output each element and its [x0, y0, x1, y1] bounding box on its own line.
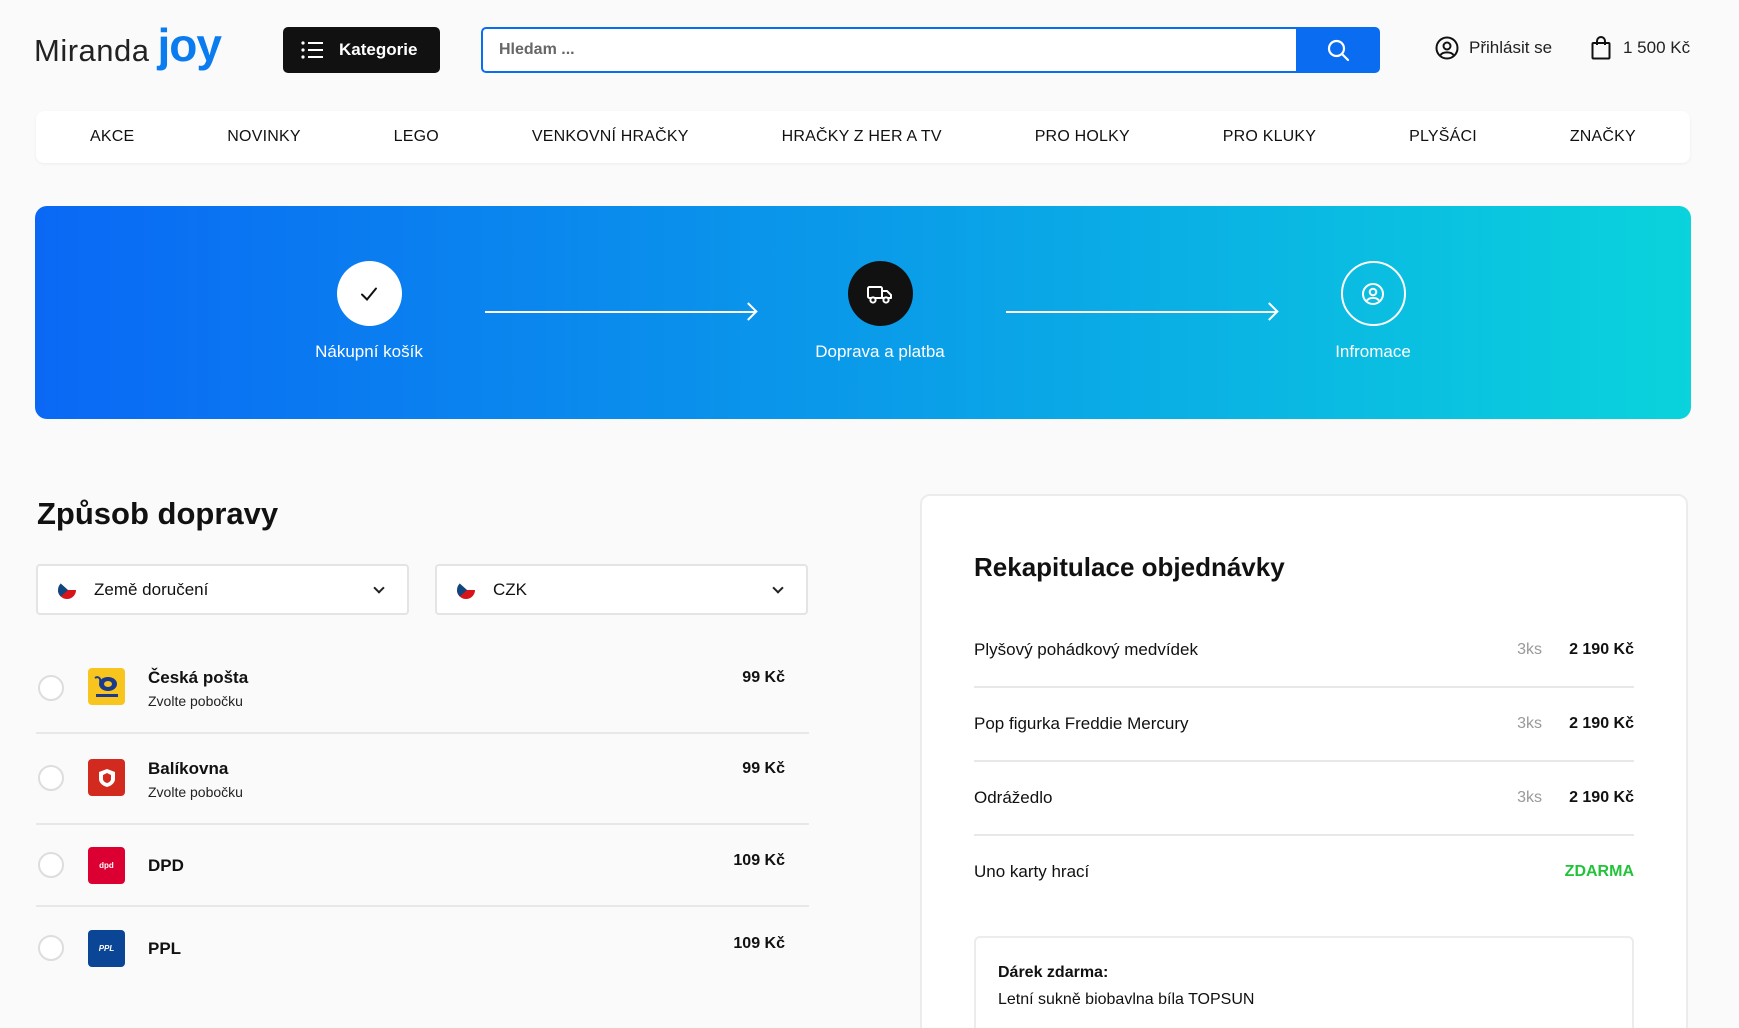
nav-item-lego[interactable]: LEGO: [394, 128, 439, 146]
search-icon: [1327, 39, 1350, 62]
summary-row: Odrážedlo 3ks 2 190 Kč: [974, 764, 1634, 836]
summary-item-qty: 3ks: [1517, 789, 1542, 806]
gift-title: Dárek zdarma:: [998, 964, 1109, 981]
dpd-logo-icon: dpd: [88, 847, 125, 884]
step-shipping-circle: [847, 261, 913, 326]
carrier-subtitle: Zvolte pobočku: [148, 693, 243, 709]
main-nav: AKCE NOVINKY LEGO VENKOVNÍ HRAČKY HRAČKY…: [36, 111, 1690, 163]
chevron-down-icon: [373, 582, 385, 594]
balikovna-logo-icon: [88, 759, 125, 796]
carrier-name: Česká pošta: [148, 668, 249, 687]
country-select-value: Země doručení: [94, 579, 209, 599]
country-select[interactable]: Země doručení: [36, 564, 409, 615]
carrier-price: 109 Kč: [733, 935, 785, 952]
nav-item-pro-holky[interactable]: PRO HOLKY: [1035, 128, 1130, 146]
categories-label: Kategorie: [339, 40, 418, 59]
truck-icon: [867, 285, 892, 304]
delivery-title: Způsob dopravy: [37, 496, 279, 531]
step-information[interactable]: Infromace: [1273, 261, 1473, 362]
nav-item-znacky[interactable]: ZNAČKY: [1570, 128, 1636, 146]
logo-text-miranda: Miranda: [34, 33, 150, 68]
order-summary-title: Rekapitulace objednávky: [974, 552, 1285, 582]
summary-row: Plyšový pohádkový medvídek 3ks 2 190 Kč: [974, 616, 1634, 688]
checkmark-icon: [361, 287, 377, 301]
carrier-radio[interactable]: [38, 675, 64, 701]
carrier-option-balikovna[interactable]: Balíkovna Zvolte pobočku 99 Kč: [36, 734, 809, 825]
cart-total: 1 500 Kč: [1623, 38, 1691, 57]
summary-item-qty: 3ks: [1517, 641, 1542, 658]
summary-item-name: Uno karty hrací: [974, 862, 1090, 881]
carrier-price: 109 Kč: [733, 852, 785, 869]
summary-item-price: 2 190 Kč: [1569, 641, 1634, 658]
step-shipping-label: Doprava a platba: [815, 342, 945, 361]
shopping-bag-icon: [1591, 36, 1611, 60]
chevron-down-icon: [772, 582, 784, 594]
carrier-radio[interactable]: [38, 852, 64, 878]
login-link[interactable]: Přihlásit se: [1435, 36, 1552, 60]
step-cart-label: Nákupní košík: [315, 342, 423, 361]
carrier-subtitle: Zvolte pobočku: [148, 784, 243, 800]
user-icon: [1362, 282, 1384, 305]
step-arrow-2: [1006, 311, 1276, 313]
summary-item-name: Odrážedlo: [974, 788, 1053, 807]
gift-value: Letní sukně biobavlna bíla TOPSUN: [998, 991, 1255, 1008]
carrier-option-dpd[interactable]: dpd DPD 109 Kč: [36, 825, 809, 907]
carrier-radio[interactable]: [38, 935, 64, 961]
list-icon: [301, 41, 323, 59]
free-gift-box: Dárek zdarma: Letní sukně biobavlna bíla…: [974, 936, 1634, 1028]
ppl-logo-icon: PPL: [88, 930, 125, 967]
nav-item-novinky[interactable]: NOVINKY: [227, 128, 300, 146]
site-logo[interactable]: Miranda joy: [34, 18, 222, 72]
summary-item-free-badge: ZDARMA: [1564, 863, 1634, 880]
czech-flag-icon: [457, 580, 475, 599]
checkout-steps-banner: Nákupní košík Doprava a platba Infromace: [35, 206, 1691, 419]
currency-select[interactable]: CZK: [435, 564, 808, 615]
summary-item-name: Pop figurka Freddie Mercury: [974, 714, 1189, 733]
nav-item-akce[interactable]: AKCE: [90, 128, 134, 146]
carrier-name: DPD: [148, 856, 184, 875]
summary-row: Uno karty hrací ZDARMA: [974, 838, 1634, 910]
carrier-price: 99 Kč: [742, 669, 785, 686]
step-cart[interactable]: Nákupní košík: [269, 261, 469, 362]
carrier-name: PPL: [148, 939, 182, 958]
summary-item-price: 2 190 Kč: [1569, 789, 1634, 806]
carrier-radio[interactable]: [38, 765, 64, 791]
summary-row: Pop figurka Freddie Mercury 3ks 2 190 Kč: [974, 690, 1634, 762]
login-label: Přihlásit se: [1469, 38, 1553, 57]
nav-item-plysaci[interactable]: PLYŠÁCI: [1409, 128, 1477, 146]
ppl-logo-text: PPL: [98, 944, 115, 953]
categories-button[interactable]: Kategorie: [283, 27, 440, 73]
nav-item-hracky-z-her-a-tv[interactable]: HRAČKY Z HER A TV: [782, 128, 942, 146]
step-arrow-1: [485, 311, 755, 313]
czech-flag-icon: [58, 580, 76, 599]
carrier-option-ppl[interactable]: PPL PPL 109 Kč: [36, 907, 809, 991]
nav-item-pro-kluky[interactable]: PRO KLUKY: [1223, 128, 1316, 146]
step-shipping[interactable]: Doprava a platba: [780, 261, 980, 362]
step-information-circle: [1340, 261, 1406, 326]
currency-select-value: CZK: [493, 579, 527, 599]
user-icon: [1435, 36, 1459, 60]
summary-item-qty: 3ks: [1517, 715, 1542, 732]
nav-item-venkovni-hracky[interactable]: VENKOVNÍ HRAČKY: [532, 128, 689, 146]
carrier-name: Balíkovna: [148, 759, 229, 778]
summary-item-price: 2 190 Kč: [1569, 715, 1634, 732]
dpd-logo-text: dpd: [99, 861, 114, 870]
search-button[interactable]: [1296, 27, 1380, 73]
search-bar: [481, 27, 1380, 73]
header: Miranda joy Kategorie Přihlásit se 1 500…: [0, 0, 1739, 100]
carrier-option-ceska-posta[interactable]: Česká pošta Zvolte pobočku 99 Kč: [36, 650, 809, 734]
cart-link[interactable]: 1 500 Kč: [1591, 36, 1690, 60]
search-input[interactable]: [481, 27, 1296, 73]
carrier-price: 99 Kč: [742, 760, 785, 777]
ceska-posta-logo-icon: [88, 668, 125, 705]
step-information-label: Infromace: [1335, 342, 1411, 361]
logo-text-joy: joy: [157, 19, 222, 71]
summary-item-name: Plyšový pohádkový medvídek: [974, 640, 1198, 659]
order-summary-panel: Rekapitulace objednávky Plyšový pohádkov…: [920, 494, 1688, 1028]
step-cart-circle: [336, 261, 402, 326]
